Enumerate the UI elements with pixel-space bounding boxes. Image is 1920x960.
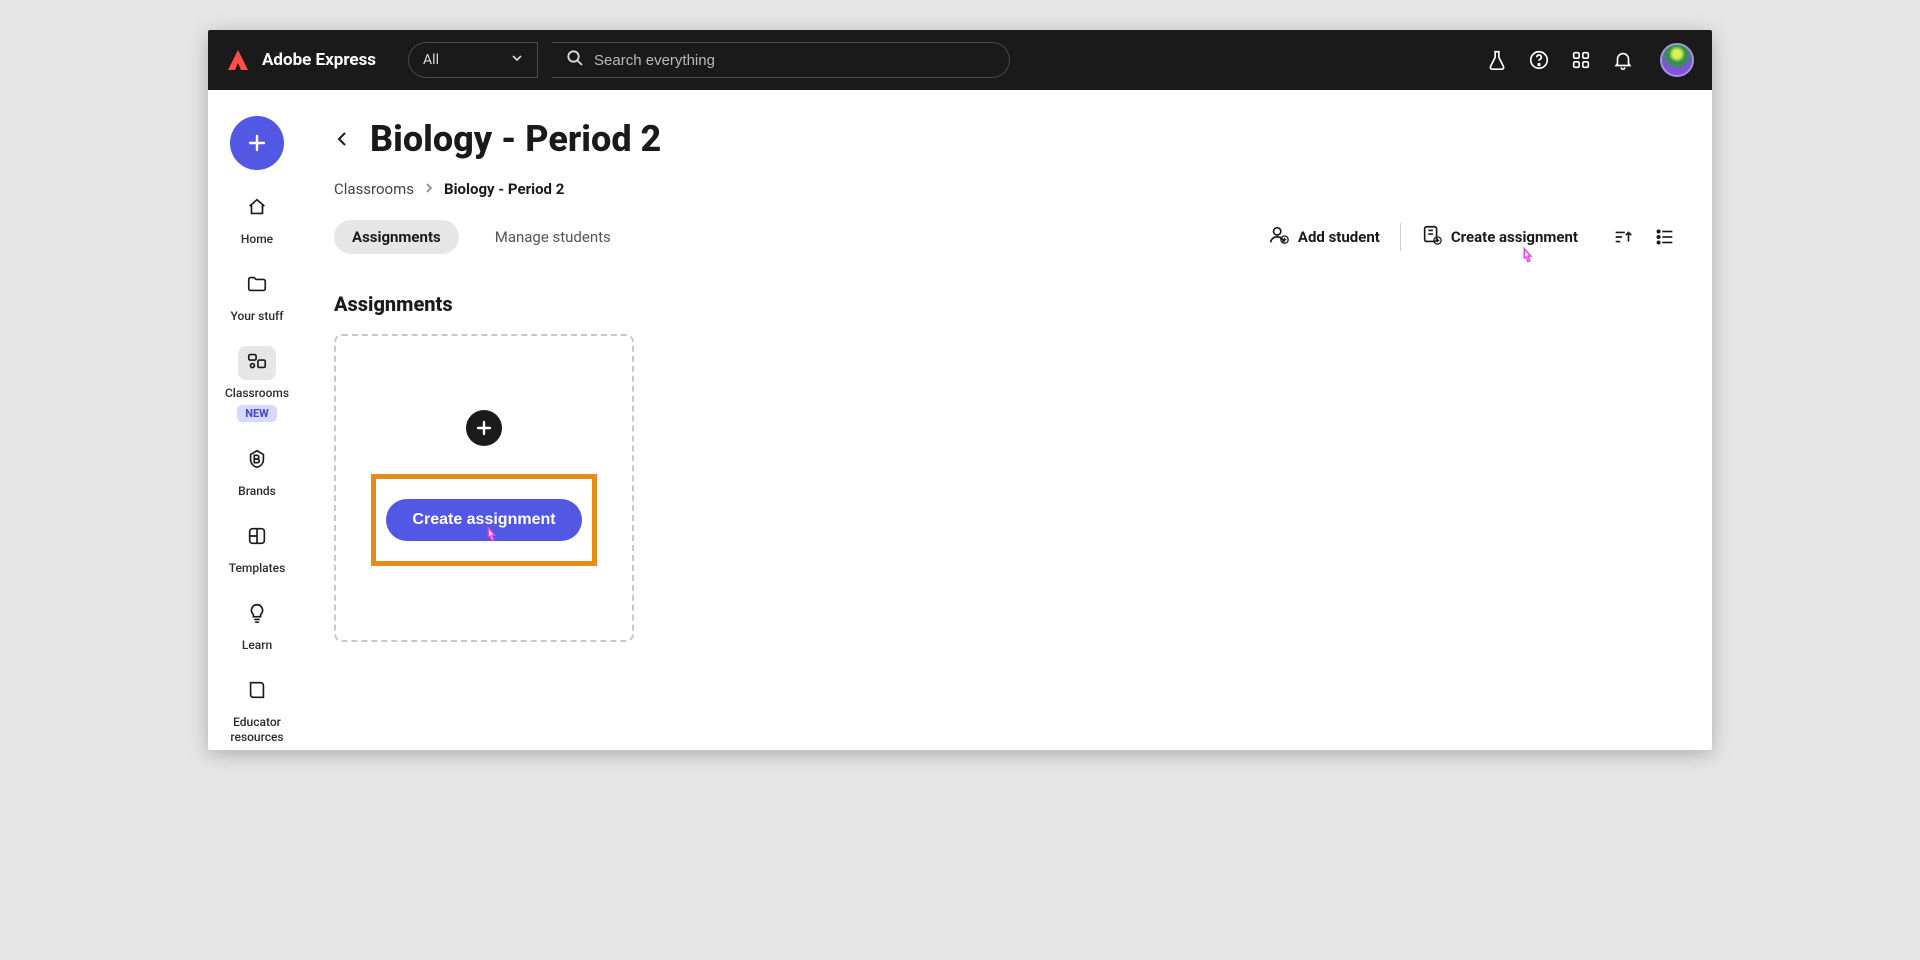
new-badge: NEW — [237, 405, 277, 422]
top-bar: Adobe Express All — [208, 30, 1712, 90]
assignment-grid: Create assignment — [334, 334, 1676, 642]
main-content: Biology - Period 2 Classrooms Biology - … — [306, 90, 1712, 750]
sidebar-item-label: Home — [241, 232, 273, 247]
sidebar-item-label: Your stuff — [231, 309, 284, 324]
sidebar: Home Your stuff Classrooms NEW Brands Te… — [208, 90, 306, 750]
bell-icon[interactable] — [1612, 49, 1634, 71]
sidebar-item-home[interactable]: Home — [238, 192, 276, 247]
sidebar-item-label: Classrooms — [225, 386, 289, 401]
help-icon[interactable] — [1528, 49, 1550, 71]
beaker-icon[interactable] — [1486, 49, 1508, 71]
product-name: Adobe Express — [262, 50, 376, 70]
search-container — [552, 42, 1009, 78]
sidebar-item-label: Brands — [238, 484, 276, 499]
back-caret-icon[interactable] — [334, 130, 352, 148]
empty-assignment-card: Create assignment — [334, 334, 634, 642]
search-filter-dropdown[interactable]: All — [408, 42, 538, 78]
divider — [1400, 223, 1401, 251]
list-view-icon[interactable] — [1654, 226, 1676, 248]
create-assignment-button[interactable]: Create assignment — [1421, 224, 1578, 250]
breadcrumb: Classrooms Biology - Period 2 — [334, 180, 1676, 198]
breadcrumb-root[interactable]: Classrooms — [334, 180, 414, 198]
logo-block: Adobe Express — [226, 48, 376, 72]
pointer-cursor-icon — [480, 525, 502, 547]
pointer-cursor-icon — [1516, 246, 1538, 268]
sidebar-item-classrooms[interactable]: Classrooms NEW — [225, 346, 289, 422]
new-project-button[interactable] — [230, 116, 284, 170]
sidebar-item-label: Templates — [229, 561, 286, 576]
chevron-right-icon — [424, 182, 434, 196]
search-icon — [566, 49, 584, 71]
sidebar-item-label: Educator resources — [208, 715, 306, 745]
brands-icon — [246, 448, 268, 474]
adobe-express-logo-icon — [226, 48, 250, 72]
breadcrumb-current: Biology - Period 2 — [444, 180, 564, 198]
create-assignment-icon — [1421, 224, 1443, 250]
sidebar-item-brands[interactable]: Brands — [238, 444, 276, 499]
chevron-down-icon — [511, 52, 523, 68]
add-person-icon — [1268, 224, 1290, 250]
title-row: Biology - Period 2 — [334, 118, 1676, 160]
sort-icon[interactable] — [1612, 226, 1634, 248]
add-student-label: Add student — [1298, 228, 1380, 246]
lightbulb-icon — [246, 602, 268, 628]
sidebar-item-learn[interactable]: Learn — [238, 598, 276, 653]
search-filter-label: All — [423, 52, 439, 68]
top-icon-group — [1486, 43, 1694, 77]
page-title: Biology - Period 2 — [370, 118, 661, 160]
app-window: Adobe Express All — [208, 30, 1712, 750]
highlight-box: Create assignment — [371, 474, 596, 566]
book-icon — [246, 679, 268, 705]
templates-icon — [246, 525, 268, 551]
search-input[interactable] — [594, 52, 994, 69]
create-assignment-label: Create assignment — [1451, 228, 1578, 246]
folder-icon — [246, 273, 268, 299]
sidebar-item-templates[interactable]: Templates — [229, 521, 286, 576]
tab-assignments[interactable]: Assignments — [334, 220, 459, 254]
home-icon — [246, 196, 268, 222]
sidebar-item-your-stuff[interactable]: Your stuff — [231, 269, 284, 324]
tab-manage-students[interactable]: Manage students — [477, 220, 629, 254]
sidebar-item-educator-resources[interactable]: Educator resources — [208, 675, 306, 745]
body: Home Your stuff Classrooms NEW Brands Te… — [208, 90, 1712, 750]
round-plus-button[interactable] — [466, 410, 502, 446]
classroom-icon — [246, 350, 268, 376]
tabs: Assignments Manage students — [334, 220, 629, 254]
avatar[interactable] — [1660, 43, 1694, 77]
add-student-button[interactable]: Add student — [1268, 224, 1380, 250]
sidebar-item-label: Learn — [242, 638, 272, 653]
apps-grid-icon[interactable] — [1570, 49, 1592, 71]
controls-row: Assignments Manage students Add student … — [334, 220, 1676, 254]
section-heading: Assignments — [334, 292, 1676, 316]
